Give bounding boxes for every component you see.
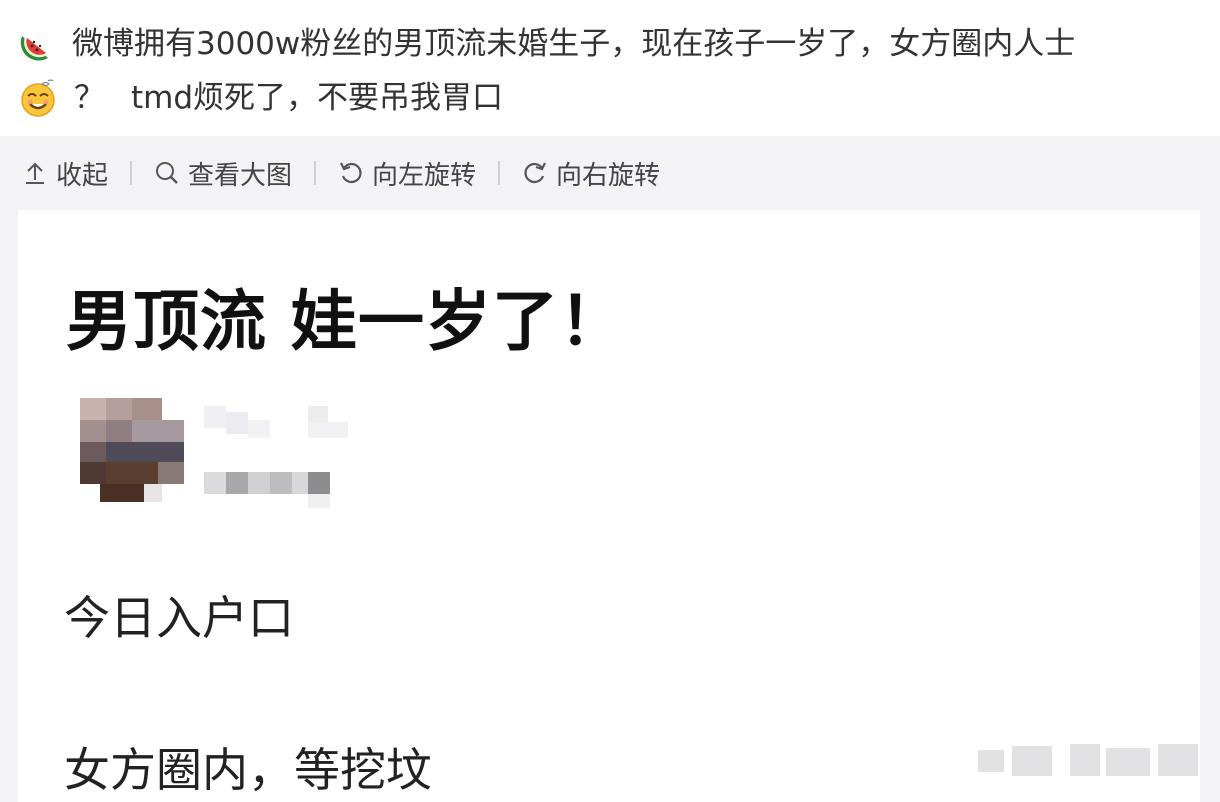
image-text-line-1: 今日入户口 xyxy=(64,591,294,645)
collapse-button[interactable]: 收起 xyxy=(22,155,108,192)
toolbar-divider xyxy=(498,161,501,185)
pixelated-avatar xyxy=(80,398,184,502)
watermelon-icon xyxy=(18,24,58,64)
view-large-label: 查看大图 xyxy=(188,160,293,191)
search-icon xyxy=(156,162,178,184)
image-toolbar: 收起 查看大图 向左旋转 向右旋转 xyxy=(0,136,1220,210)
post-header: 微博拥有3000w粉丝的男顶流未婚生子，现在孩子一岁了，女方圈内人士 ？ tmd… xyxy=(0,0,1220,136)
view-large-button[interactable]: 查看大图 xyxy=(154,155,292,192)
toolbar-divider xyxy=(130,161,133,185)
post-text-line-2: tmd烦死了，不要吊我胃口 xyxy=(131,80,504,116)
collapse-up-icon xyxy=(26,162,44,184)
collapse-label: 收起 xyxy=(56,160,109,191)
pixelated-username xyxy=(204,398,384,508)
rotate-left-button[interactable]: 向左旋转 xyxy=(338,155,476,192)
rotate-left-label: 向左旋转 xyxy=(372,160,477,191)
toolbar-divider xyxy=(314,161,317,185)
image-text-line-2: 女方圈内，等挖坟 xyxy=(64,743,432,797)
image-title: 男顶流 娃一岁了！ xyxy=(66,283,626,360)
post-text-line-1: 微博拥有3000w粉丝的男顶流未婚生子，现在孩子一岁了，女方圈内人士 xyxy=(72,26,1076,62)
rotate-right-icon xyxy=(524,162,547,184)
post-image[interactable]: 男顶流 娃一岁了！ 今日入户口 女方圈内，等挖坟 xyxy=(18,210,1200,802)
blurred-watermark xyxy=(978,740,1200,786)
rotate-right-label: 向右旋转 xyxy=(556,160,661,191)
dizzy-smile-icon xyxy=(18,78,58,118)
rotate-left-icon xyxy=(340,162,362,184)
post-line-1: 微博拥有3000w粉丝的男顶流未婚生子，现在孩子一岁了，女方圈内人士 xyxy=(18,24,1075,64)
post-line-2: ？ tmd烦死了，不要吊我胃口 xyxy=(18,78,503,118)
rotate-right-button[interactable]: 向右旋转 xyxy=(522,155,660,192)
question-mark: ？ xyxy=(74,80,105,116)
